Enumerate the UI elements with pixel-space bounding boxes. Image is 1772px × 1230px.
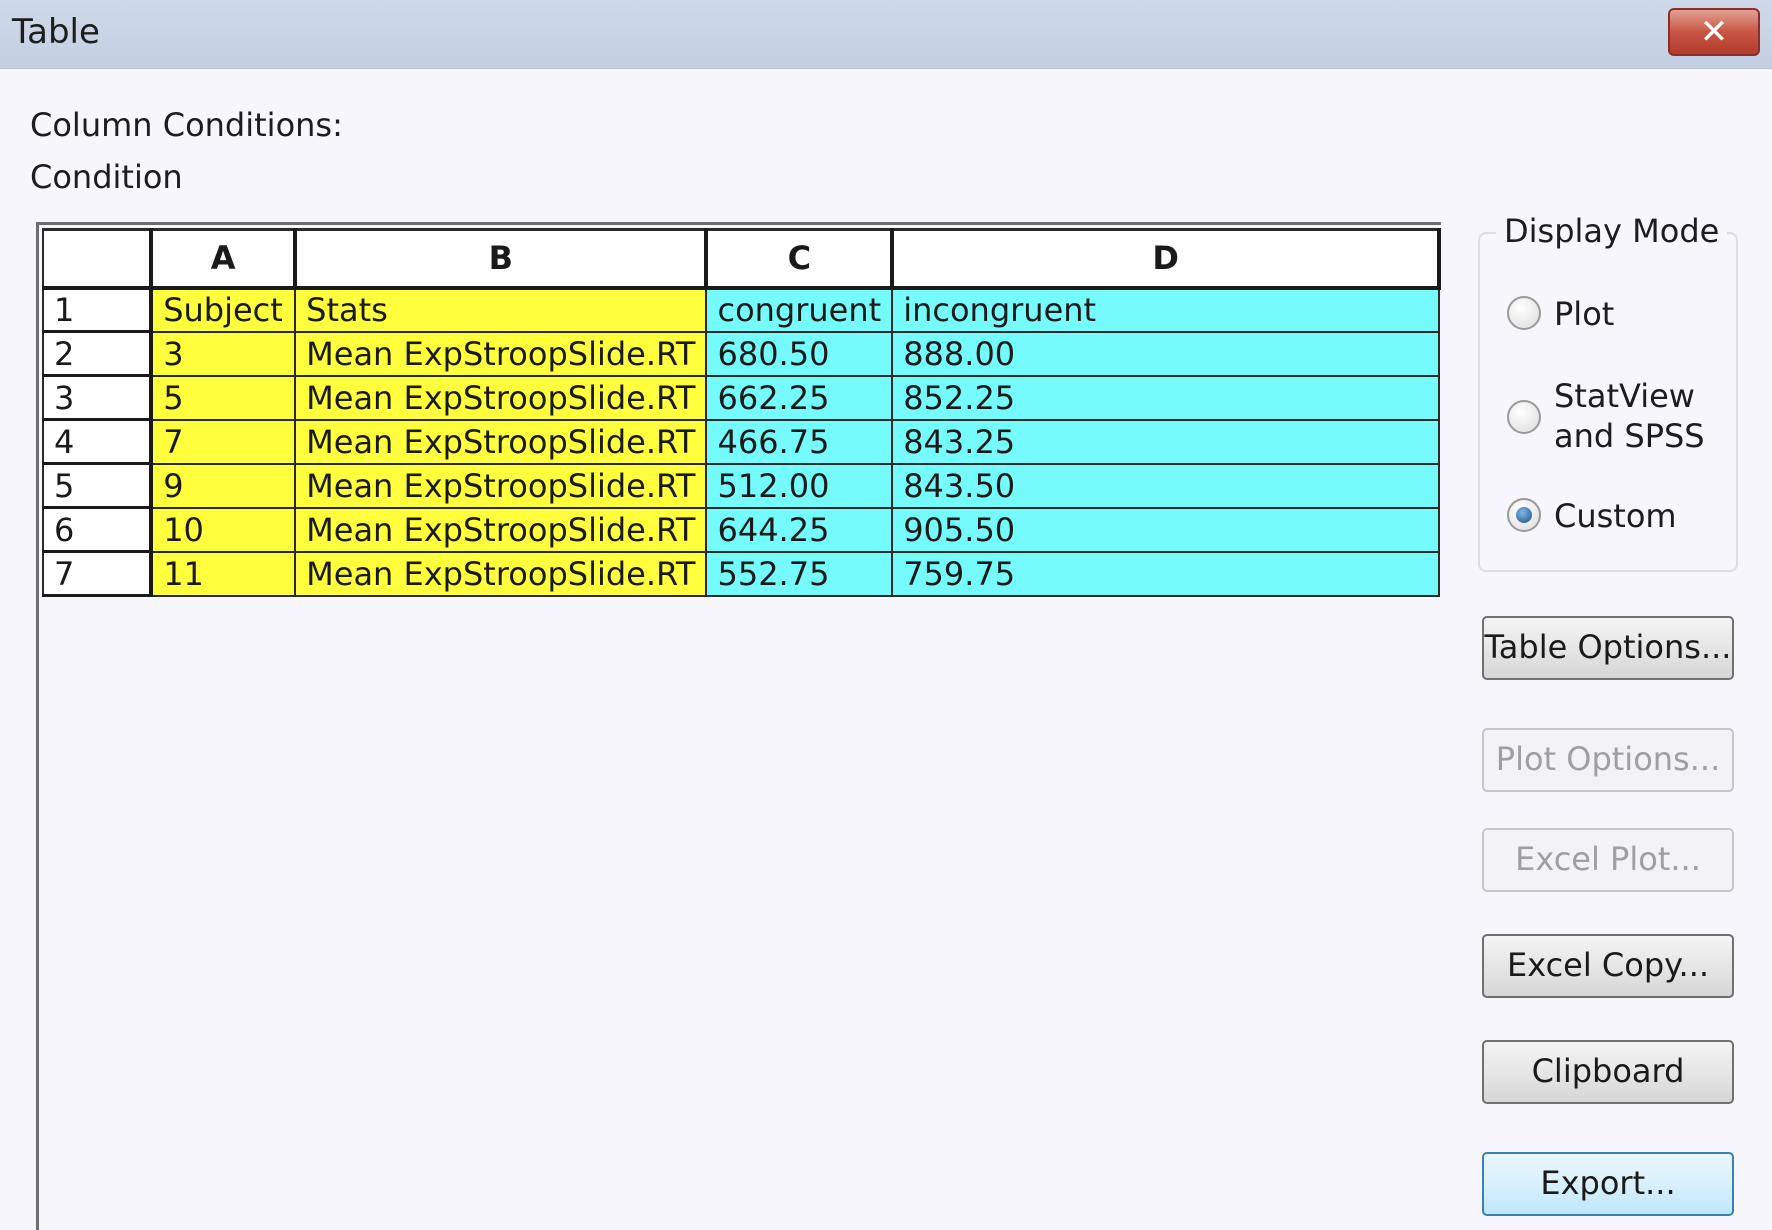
row-header[interactable]: 4 [41,419,154,465]
table-cell[interactable]: Mean ExpStroopSlide.RT [295,507,708,553]
table-cell[interactable]: 7 [151,419,297,465]
column-header-d[interactable]: D [892,228,1441,290]
data-grid[interactable]: A B C D 1 Subject Stats congruent incong… [36,222,1441,1230]
table-cell[interactable]: 680.50 [706,331,894,377]
custom-radio-label[interactable]: Custom [1554,496,1677,536]
column-header-c[interactable]: C [706,228,895,290]
window-title: Table [12,12,100,52]
table-row: 1 Subject Stats congruent incongruent [41,287,1440,333]
table-row: 2 3 Mean ExpStroopSlide.RT 680.50 888.00 [41,331,1440,377]
row-header[interactable]: 1 [41,287,154,333]
close-icon: ✕ [1699,12,1729,52]
display-mode-title: Display Mode [1496,212,1728,250]
row-header[interactable]: 2 [41,331,154,377]
row-header[interactable]: 7 [41,551,154,597]
table-cell[interactable]: 888.00 [892,331,1440,377]
condition-label: Condition [30,158,183,196]
table-cell[interactable]: 11 [151,551,297,597]
table-cell[interactable]: 843.25 [892,419,1440,465]
export-button[interactable]: Export... [1482,1152,1734,1216]
row-header[interactable]: 5 [41,463,154,509]
table-cell[interactable]: 466.75 [706,419,894,465]
column-header-row: A B C D [41,228,1441,290]
row-header[interactable]: 3 [41,375,154,421]
table-cell[interactable]: Subject [151,287,297,333]
plot-options-button[interactable]: Plot Options... [1482,728,1734,792]
table-cell[interactable]: 759.75 [892,551,1440,597]
excel-copy-button[interactable]: Excel Copy... [1482,934,1734,998]
table-cell[interactable]: 644.25 [706,507,894,553]
excel-plot-button[interactable]: Excel Plot... [1482,828,1734,892]
table-cell[interactable]: Mean ExpStroopSlide.RT [295,551,708,597]
table-cell[interactable]: 852.25 [892,375,1440,421]
statview-radio-label[interactable]: StatView [1554,376,1695,416]
table-row: 6 10 Mean ExpStroopSlide.RT 644.25 905.5… [41,507,1440,553]
table-cell[interactable]: Stats [295,287,708,333]
table-options-button[interactable]: Table Options... [1482,616,1734,680]
table-cell[interactable]: 662.25 [706,375,894,421]
table-cell[interactable]: 905.50 [892,507,1440,553]
statview-spss-radio[interactable] [1507,400,1541,434]
title-bar: Table ✕ [0,0,1772,69]
close-button[interactable]: ✕ [1668,8,1760,56]
table-row: 3 5 Mean ExpStroopSlide.RT 662.25 852.25 [41,375,1440,421]
column-header-a[interactable]: A [151,228,298,290]
table-cell[interactable]: Mean ExpStroopSlide.RT [295,331,708,377]
plot-radio-label[interactable]: Plot [1554,294,1614,334]
column-conditions-label: Column Conditions: [30,106,343,144]
column-header-b[interactable]: B [295,228,709,290]
table-cell[interactable]: incongruent [892,287,1440,333]
table-cell[interactable]: 512.00 [706,463,894,509]
table-cell[interactable]: congruent [706,287,894,333]
plot-radio[interactable] [1507,296,1541,330]
table-row: 4 7 Mean ExpStroopSlide.RT 466.75 843.25 [41,419,1440,465]
corner-header-cell[interactable] [41,228,154,290]
custom-radio[interactable] [1507,498,1541,532]
table-cell[interactable]: Mean ExpStroopSlide.RT [295,419,708,465]
table-row: 7 11 Mean ExpStroopSlide.RT 552.75 759.7… [41,551,1440,597]
clipboard-button[interactable]: Clipboard [1482,1040,1734,1104]
spss-radio-label[interactable]: and SPSS [1554,416,1705,456]
table-cell[interactable]: 9 [151,463,297,509]
table-cell[interactable]: 843.50 [892,463,1440,509]
table-cell[interactable]: Mean ExpStroopSlide.RT [295,463,708,509]
data-table: A B C D 1 Subject Stats congruent incong… [41,228,1441,597]
table-cell[interactable]: 3 [151,331,297,377]
table-cell[interactable]: 552.75 [706,551,894,597]
table-cell[interactable]: 10 [151,507,297,553]
table-cell[interactable]: 5 [151,375,297,421]
row-header[interactable]: 6 [41,507,154,553]
table-cell[interactable]: Mean ExpStroopSlide.RT [295,375,708,421]
table-row: 5 9 Mean ExpStroopSlide.RT 512.00 843.50 [41,463,1440,509]
